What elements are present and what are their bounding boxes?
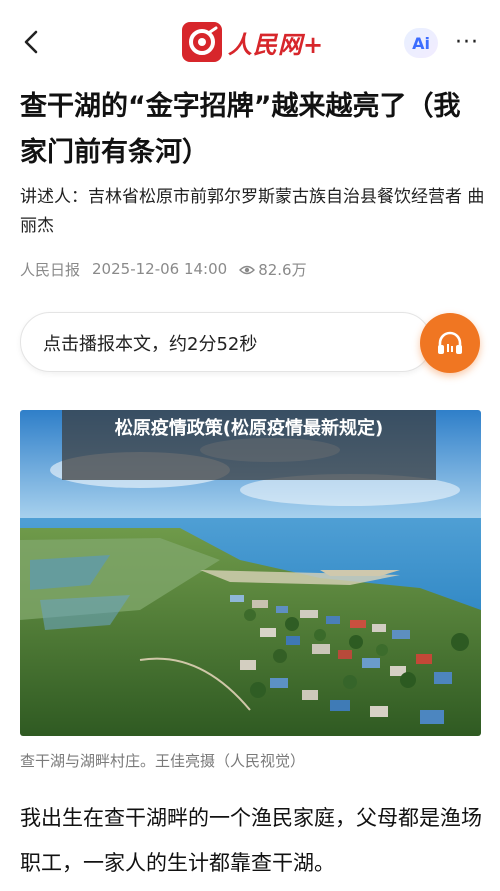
image-overlay-title: 松原疫情政策(松原疫情最新规定) [62, 410, 436, 480]
audio-play-button[interactable] [420, 313, 480, 373]
eye-icon [239, 265, 256, 275]
article-body: 我出生在查干湖畔的一个渔民家庭，父母都是渔场职工，一家人的生计都靠查干湖。 [20, 806, 482, 875]
logo-mark-icon [182, 22, 222, 62]
article-title: 查干湖的“金字招牌”越来越亮了（我家门前有条河） [20, 91, 461, 168]
ai-assistant-button[interactable]: Ai [404, 28, 438, 58]
article-source[interactable]: 人民日报 [20, 259, 80, 280]
back-button[interactable] [16, 26, 48, 58]
logo-text: 人民网+ [228, 29, 325, 59]
headphones-icon [438, 331, 462, 354]
article-datetime: 2025-12-06 14:00 [92, 260, 228, 278]
app-logo: 人民网+ [182, 22, 324, 62]
top-bar: 人民网+ Ai ··· [0, 0, 500, 84]
chevron-left-icon [24, 30, 38, 54]
audio-broadcast-bar[interactable]: 点击播报本文，约2分52秒 [20, 312, 432, 372]
photo-caption: 查干湖与湖畔村庄。王佳亮摄（人民视觉） [20, 752, 306, 770]
article-meta: 人民日报 2025-12-06 14:00 82.6万 [20, 256, 331, 282]
audio-prompt: 点击播报本文，约2分52秒 [43, 334, 258, 355]
article-narrator: 讲述人：吉林省松原市前郭尔罗斯蒙古族自治县餐饮经营者 曲丽杰 [20, 187, 485, 236]
view-count-value: 82.6万 [258, 260, 307, 279]
more-options-button[interactable]: ··· [450, 26, 484, 58]
view-count: 82.6万 [239, 259, 318, 280]
